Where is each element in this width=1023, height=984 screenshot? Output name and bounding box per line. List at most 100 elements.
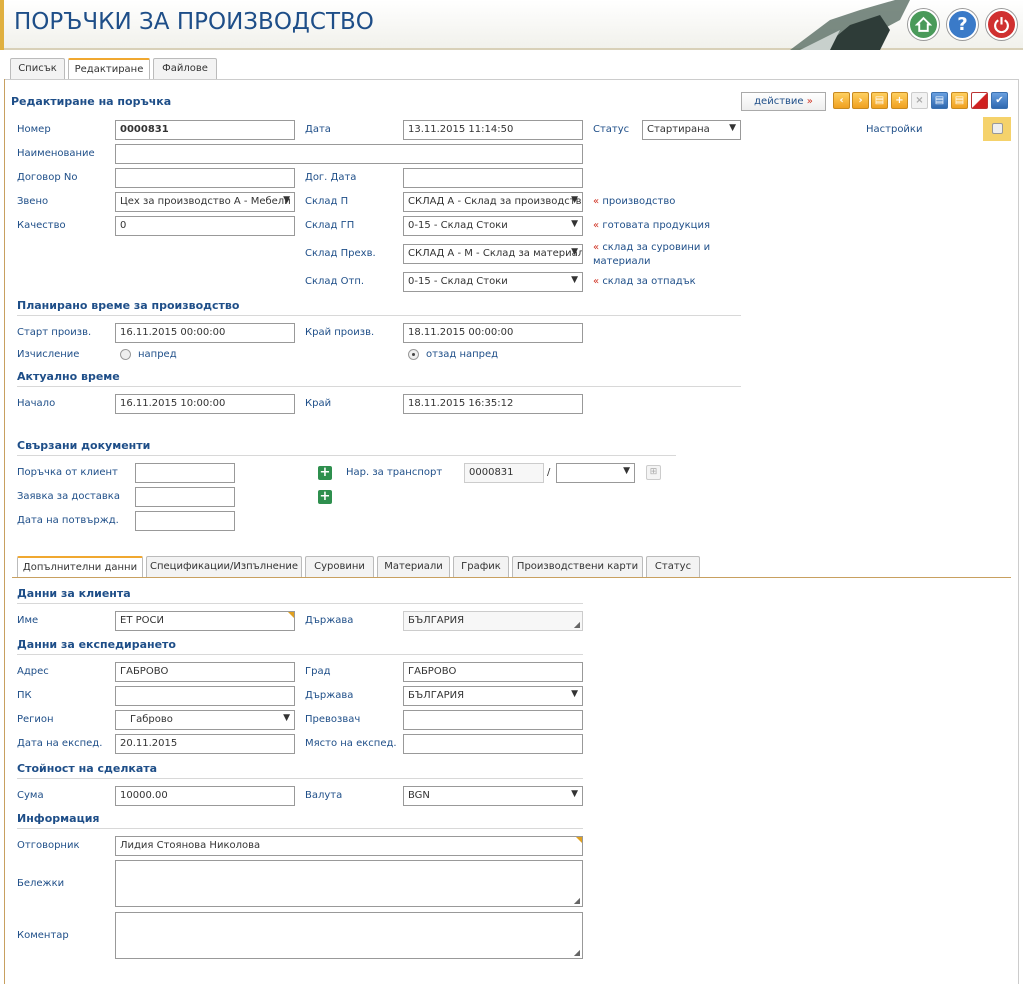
wh-gp-select[interactable]: 0-15 - Склад Стоки ▼ [403,216,583,236]
lookup-marker [576,837,582,843]
chevron-down-icon: ▼ [571,219,578,229]
date-field[interactable]: 13.11.2015 11:14:50 [403,120,583,140]
cancel-button[interactable] [971,92,988,109]
currency-label: Валута [305,790,343,801]
print-preview-button[interactable]: ▤ [951,92,968,109]
unit-value: Цех за производство А - Мебели [120,196,291,207]
zip-field[interactable] [115,686,295,706]
action-arrow: » [806,96,813,107]
tab-list[interactable]: Списък [10,58,65,79]
delete-button[interactable]: × [911,92,928,109]
status-label: Статус [593,124,630,135]
wh-p-value: СКЛАД А - Склад за производство [408,196,583,207]
client-name-field[interactable]: ЕТ РОСИ [115,611,295,631]
tab-specifications[interactable]: Спецификации/Изпълнение [146,556,302,577]
tab-materials[interactable]: Материали [377,556,450,577]
help-button[interactable]: ? [947,9,978,40]
owner-field[interactable]: Лидия Стоянова Николова [115,836,583,856]
chevron-down-icon: ▼ [571,275,578,285]
wh-waste-select[interactable]: 0-15 - Склад Стоки ▼ [403,272,583,292]
settings-toggle[interactable] [983,117,1011,141]
action-button[interactable]: действие » [741,92,826,111]
divider [17,828,583,829]
quality-field[interactable]: 0 [115,216,295,236]
wh-waste-note: « склад за отпадък [593,275,738,289]
prev-button[interactable]: ‹ [833,92,850,109]
backward-radio[interactable] [408,349,419,360]
top-tabs: Списък Редактиране Файлове [0,58,1023,80]
unit-label: Звено [17,196,49,207]
confirm-date-field[interactable] [135,511,235,531]
copy-button[interactable]: ▤ [871,92,888,109]
chevron-down-icon: ▼ [729,123,736,133]
contract-date-label: Дог. Дата [305,172,357,183]
logout-button[interactable] [986,9,1017,40]
comment-textarea[interactable]: ◢ [115,912,583,959]
next-button[interactable]: › [852,92,869,109]
notes-textarea[interactable]: ◢ [115,860,583,907]
planned-start-field[interactable]: 16.11.2015 00:00:00 [115,323,295,343]
delivery-request-field[interactable] [135,487,235,507]
comment-label: Коментар [17,930,69,941]
wh-p-note-text: производство [602,196,676,207]
address-field[interactable]: ГАБРОВО [115,662,295,682]
tab-production-cards[interactable]: Производствени карти [512,556,643,577]
carrier-field[interactable] [403,710,583,730]
actual-end-label: Край [305,398,332,409]
ship-date-field[interactable]: 20.11.2015 [115,734,295,754]
chevron-down-icon: ▼ [283,713,290,723]
tab-edit[interactable]: Редактиране [68,58,150,80]
transport-select[interactable]: ▼ [556,463,635,483]
chevron-down-icon: ▼ [571,689,578,699]
client-country-label: Държава [305,615,354,626]
contract-field[interactable] [115,168,295,188]
related-heading: Свързани документи [17,439,151,452]
city-field[interactable]: ГАБРОВО [403,662,583,682]
divider [17,603,583,604]
tab-schedule[interactable]: График [453,556,509,577]
ship-place-field[interactable] [403,734,583,754]
name-field[interactable] [115,144,583,164]
tab-status[interactable]: Статус [646,556,700,577]
add-button[interactable]: + [891,92,908,109]
check-icon: ✔ [995,95,1004,106]
address-label: Адрес [17,666,49,677]
add-client-order-button[interactable]: + [318,466,332,480]
form-heading: Редактиране на поръчка [11,95,172,108]
ship-country-select[interactable]: БЪЛГАРИЯ ▼ [403,686,583,706]
client-heading: Данни за клиента [17,587,131,600]
home-button[interactable] [908,9,939,40]
client-order-field[interactable] [135,463,235,483]
transport-lookup-button[interactable]: ⊞ [646,465,661,480]
forward-radio[interactable] [120,349,131,360]
wh-gp-label: Склад ГП [305,220,355,231]
currency-select[interactable]: BGN ▼ [403,786,583,806]
contract-date-field[interactable] [403,168,583,188]
actual-end-field[interactable]: 18.11.2015 16:35:12 [403,394,583,414]
add-delivery-request-button[interactable]: + [318,490,332,504]
eagle-logo [790,0,910,50]
chevron-down-icon: ▼ [571,247,578,257]
print-button[interactable]: ▤ [931,92,948,109]
settings-checkbox[interactable] [992,123,1003,134]
tab-raw-materials[interactable]: Суровини [305,556,374,577]
copy-icon: ▤ [874,95,885,106]
planned-end-field[interactable]: 18.11.2015 00:00:00 [403,323,583,343]
tab-files[interactable]: Файлове [153,58,217,79]
save-button[interactable]: ✔ [991,92,1008,109]
transport-number-field[interactable]: 0000831 [464,463,544,483]
wh-transfer-note-text: склад за суровини и материали [593,242,711,267]
wh-p-select[interactable]: СКЛАД А - Склад за производство ▼ [403,192,583,212]
tab-additional-data[interactable]: Допълнителни данни [17,556,143,577]
client-country-field[interactable]: БЪЛГАРИЯ ◢ [403,611,583,631]
wh-transfer-select[interactable]: СКЛАД А - М - Склад за материали ▼ [403,244,583,264]
actual-begin-field[interactable]: 16.11.2015 10:00:00 [115,394,295,414]
delivery-request-label: Заявка за доставка [17,491,120,502]
wh-gp-value: 0-15 - Склад Стоки [408,220,508,231]
number-field[interactable]: 0000831 [115,120,295,140]
sum-field[interactable]: 10000.00 [115,786,295,806]
status-select[interactable]: Стартирана ▼ [642,120,741,140]
unit-select[interactable]: Цех за производство А - Мебели ▼ [115,192,295,212]
confirm-date-label: Дата на потвържд. [17,515,119,526]
region-select[interactable]: Габрово ▼ [115,710,295,730]
